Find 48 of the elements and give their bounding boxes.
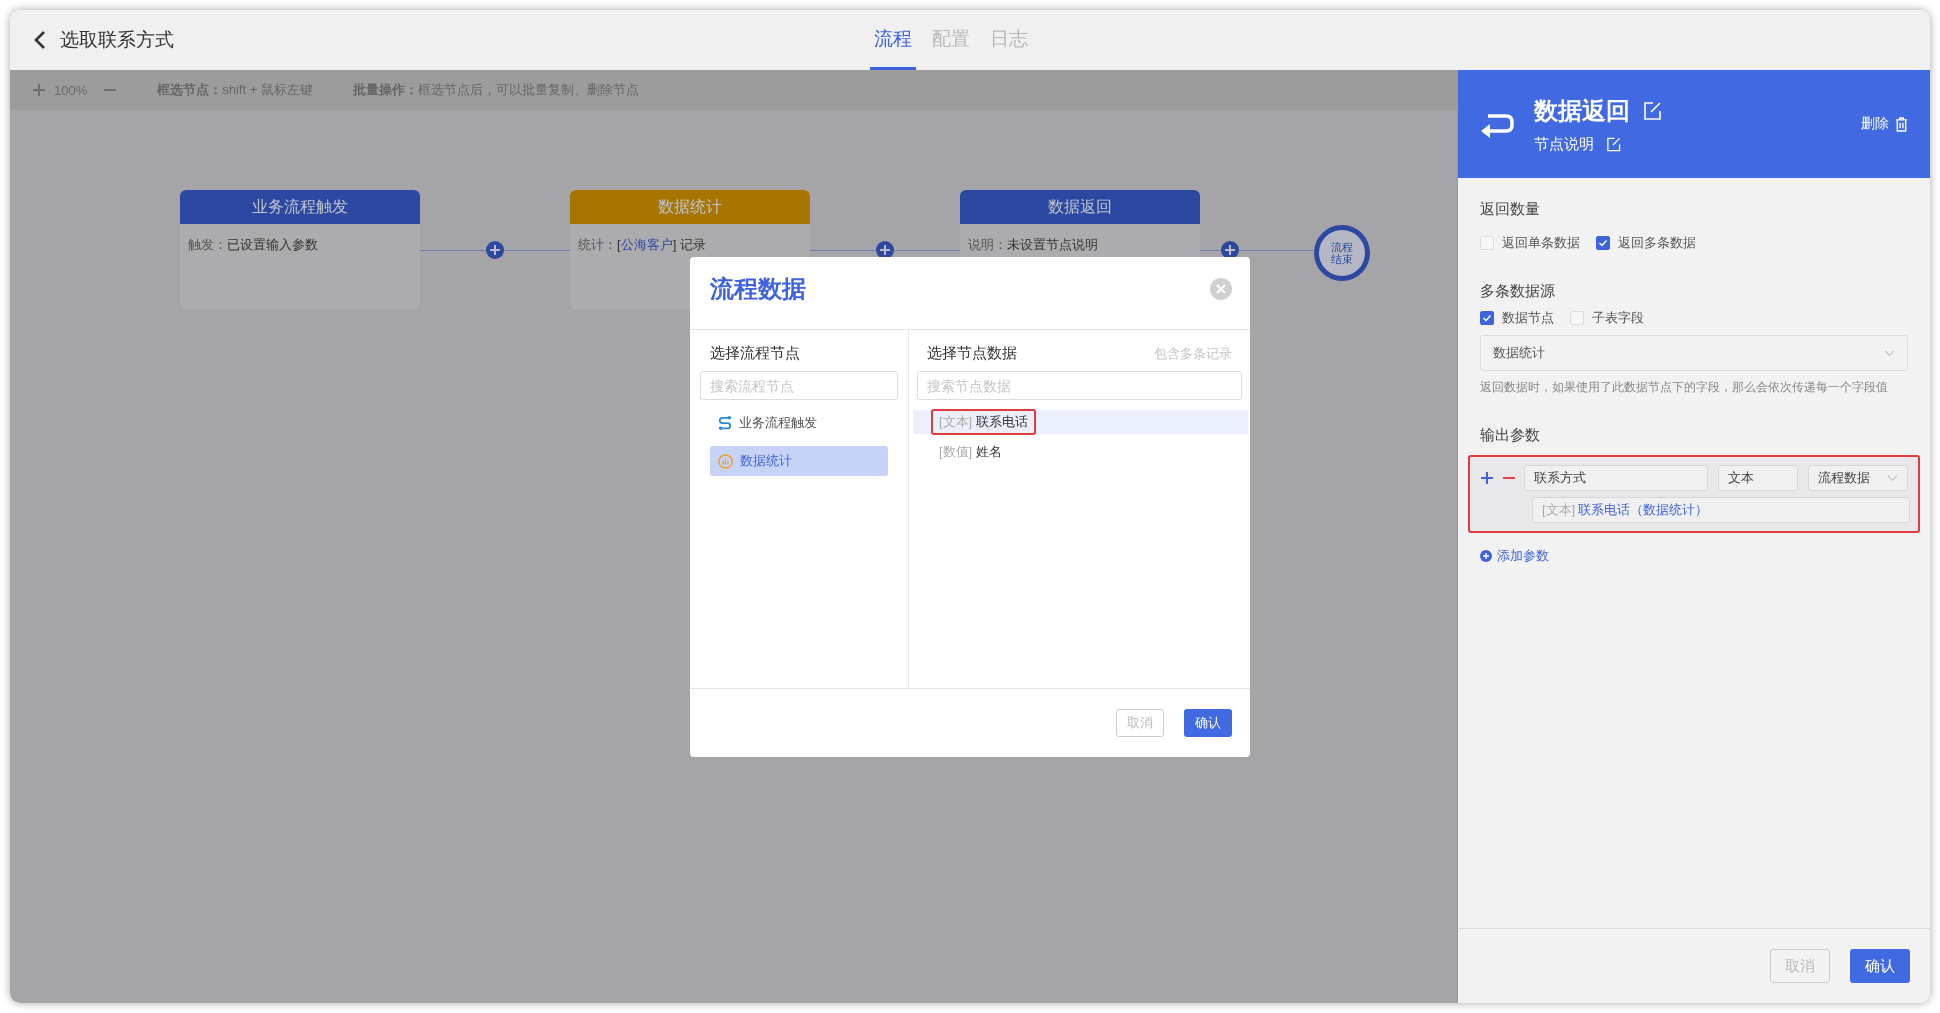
source-hint: 返回数据时，如果使用了此数据节点下的字段，那么会依次传递每一个字段值	[1480, 379, 1889, 396]
search-field[interactable]: 搜索节点数据	[917, 371, 1242, 400]
flow-icon	[718, 415, 732, 431]
node-description: 触发：已设置输入参数	[187, 236, 319, 254]
node-note-label: 节点说明	[1534, 134, 1594, 154]
checkbox-option[interactable]: 返回单条数据	[1480, 234, 1580, 252]
node-description: 统计：[公海客户] 记录	[577, 236, 707, 254]
trash-icon[interactable]	[1895, 116, 1908, 132]
panel-button[interactable]: 确认	[1850, 949, 1910, 983]
section-label: 返回数量	[1480, 200, 1541, 219]
data-list-item[interactable]: [文本] 联系电话	[913, 410, 1248, 434]
node-list-item[interactable]: 业务流程触发	[710, 408, 888, 438]
node-title: 数据统计	[570, 190, 810, 224]
dialog-title: 流程数据	[710, 274, 806, 304]
checkbox-option[interactable]: 子表字段	[1570, 309, 1644, 327]
param-name-field[interactable]: 联系方式	[1524, 465, 1708, 491]
end-node: 流程结束	[1314, 225, 1370, 281]
checkbox-option[interactable]: 数据节点	[1480, 309, 1554, 327]
param-source-select[interactable]: 流程数据	[1808, 465, 1908, 491]
back-icon[interactable]	[34, 30, 46, 50]
edit-icon[interactable]	[1606, 136, 1621, 152]
search-field[interactable]: 搜索流程节点	[700, 371, 898, 400]
chevron-down-icon	[1887, 474, 1898, 482]
data-list-item[interactable]: [数值] 姓名	[913, 440, 1248, 464]
dialog-button[interactable]: 确认	[1184, 709, 1232, 737]
node-list-item[interactable]: 数据统计	[710, 446, 888, 476]
panel-title: 数据返回	[1534, 95, 1630, 126]
section-label: 输出参数	[1480, 426, 1541, 445]
edit-icon[interactable]	[1642, 100, 1662, 121]
column-heading: 选择节点数据	[927, 344, 1017, 363]
checkbox-option[interactable]: 返回多条数据	[1596, 234, 1696, 252]
chart-icon	[718, 453, 733, 469]
column-heading: 选择流程节点	[710, 344, 800, 363]
add-icon[interactable]	[1480, 471, 1494, 485]
page-title: 选取联系方式	[60, 28, 174, 52]
chevron-down-icon	[1884, 349, 1895, 357]
add-node-icon[interactable]	[485, 240, 505, 260]
section-label: 多条数据源	[1480, 282, 1556, 301]
delete-button[interactable]: 删除	[1861, 115, 1908, 133]
node-title: 业务流程触发	[180, 190, 420, 224]
flow-node[interactable]: 业务流程触发 触发：已设置输入参数	[180, 190, 420, 310]
node-description: 说明：未设置节点说明	[967, 236, 1099, 254]
param-type-field[interactable]: 文本	[1718, 465, 1798, 491]
add-param-link[interactable]: 添加参数	[1480, 547, 1908, 565]
source-select[interactable]: 数据统计	[1480, 335, 1908, 371]
plus-circle-icon	[1480, 550, 1492, 562]
param-value-field[interactable]: [文本] 联系电话（数据统计）	[1532, 497, 1910, 523]
node-title: 数据返回	[960, 190, 1200, 224]
